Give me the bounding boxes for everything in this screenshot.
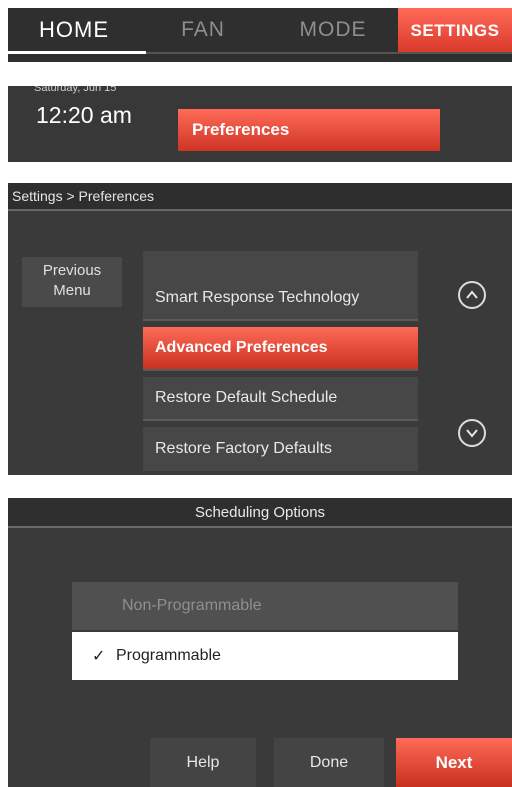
chevron-down-circle-icon[interactable] (458, 419, 486, 447)
preferences-button[interactable]: Preferences (178, 109, 440, 151)
previous-menu-button[interactable]: Previous Menu (22, 257, 122, 307)
option-programmable[interactable]: ✓ Programmable (72, 632, 458, 680)
time-display: 12:20 am (36, 102, 132, 128)
tab-settings[interactable]: SETTINGS (398, 8, 512, 54)
option-label: Programmable (116, 647, 221, 664)
list-item-partial (143, 251, 418, 279)
scheduling-options: Non-Programmable ✓ Programmable (72, 582, 458, 682)
page-title: Scheduling Options (8, 498, 512, 526)
option-non-programmable[interactable]: Non-Programmable (72, 582, 458, 630)
tab-fan[interactable]: FAN (148, 8, 258, 52)
chevron-up-circle-icon[interactable] (458, 281, 486, 309)
help-button[interactable]: Help (150, 738, 256, 787)
top-tab-bar: HOME FAN MODE SETTINGS (8, 8, 512, 62)
tab-home[interactable]: HOME (8, 8, 140, 52)
date-label: Saturday, Jun 15 (34, 86, 117, 94)
list-item-restore-factory-defaults[interactable]: Restore Factory Defaults (143, 427, 418, 471)
chevron-up-icon (466, 290, 478, 299)
option-label: Non-Programmable (122, 597, 262, 614)
breadcrumb: Settings > Preferences (8, 183, 512, 209)
tab-active-indicator (8, 51, 146, 54)
scheduling-panel: Scheduling Options Non-Programmable ✓ Pr… (8, 498, 512, 787)
title-divider (8, 526, 512, 528)
chevron-down-icon (466, 429, 478, 438)
list-item-restore-default-schedule[interactable]: Restore Default Schedule (143, 377, 418, 421)
done-button[interactable]: Done (274, 738, 384, 787)
status-panel: Saturday, Jun 15 12:20 am Preferences (8, 86, 512, 162)
list-item-advanced-preferences[interactable]: Advanced Preferences (143, 327, 418, 371)
list-item-smart-response[interactable]: Smart Response Technology (143, 277, 418, 321)
breadcrumb-divider (8, 209, 512, 211)
preferences-panel: Settings > Preferences Previous Menu Sma… (8, 183, 512, 475)
next-button[interactable]: Next (396, 738, 512, 787)
checkmark-icon: ✓ (92, 648, 106, 665)
tab-mode[interactable]: MODE (270, 8, 396, 52)
